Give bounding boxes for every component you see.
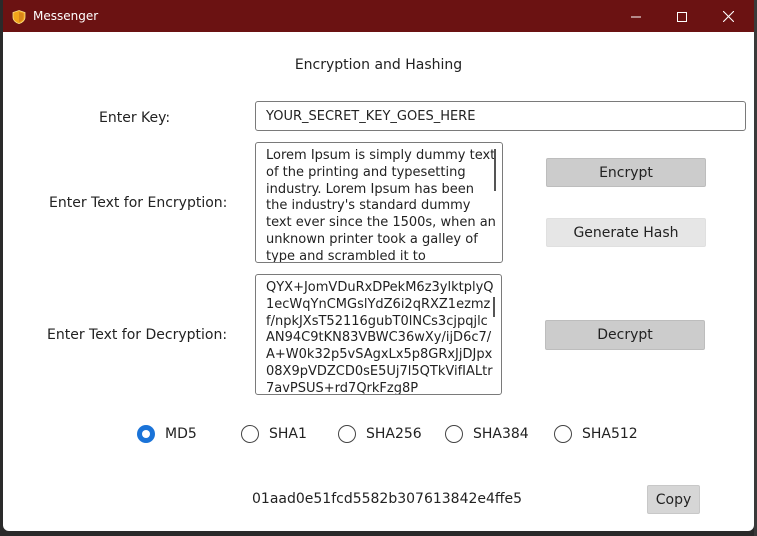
- radio-label: SHA256: [366, 426, 422, 442]
- radio-sha384[interactable]: SHA384: [445, 423, 529, 445]
- title-bar[interactable]: Messenger: [3, 0, 754, 32]
- radio-sha1[interactable]: SHA1: [241, 423, 307, 445]
- radio-button-icon: [338, 425, 356, 443]
- scrollbar-thumb[interactable]: [493, 297, 495, 317]
- radio-md5[interactable]: MD5: [137, 423, 197, 445]
- radio-sha256[interactable]: SHA256: [338, 423, 422, 445]
- key-input[interactable]: [255, 101, 746, 131]
- shield-icon: [12, 9, 26, 25]
- decryption-text-label: Enter Text for Decryption:: [47, 327, 228, 343]
- radio-label: SHA384: [473, 426, 529, 442]
- encryption-text-content: Lorem Ipsum is simply dummy text of the …: [266, 148, 496, 263]
- app-window: Messenger Encryption and Hashing Enter K…: [3, 0, 754, 531]
- encryption-text-label: Enter Text for Encryption:: [49, 195, 228, 211]
- close-icon: [722, 7, 734, 26]
- encrypt-button[interactable]: Encrypt: [546, 158, 706, 187]
- maximize-icon: [677, 7, 687, 26]
- radio-label: MD5: [165, 426, 197, 442]
- minimize-button[interactable]: [613, 0, 659, 32]
- copy-button[interactable]: Copy: [647, 485, 700, 514]
- window-title: Messenger: [33, 9, 99, 23]
- close-button[interactable]: [705, 0, 751, 32]
- decrypt-button[interactable]: Decrypt: [545, 320, 705, 350]
- key-label: Enter Key:: [99, 110, 171, 126]
- radio-button-icon: [445, 425, 463, 443]
- encryption-textarea[interactable]: Lorem Ipsum is simply dummy text of the …: [255, 142, 503, 263]
- radio-sha512[interactable]: SHA512: [554, 423, 638, 445]
- radio-label: SHA512: [582, 426, 638, 442]
- generate-hash-button[interactable]: Generate Hash: [546, 218, 706, 247]
- page-title: Encryption and Hashing: [294, 57, 463, 73]
- decryption-textarea[interactable]: QYX+JomVDuRxDPekM6z3ylktplyQ1ecWqYnCMGsl…: [255, 274, 502, 395]
- minimize-icon: [631, 7, 641, 26]
- radio-label: SHA1: [269, 426, 307, 442]
- hash-output: 01aad0e51fcd5582b307613842e4ffe5: [252, 491, 523, 507]
- scrollbar-thumb[interactable]: [494, 149, 496, 191]
- maximize-button[interactable]: [659, 0, 705, 32]
- decryption-text-content: QYX+JomVDuRxDPekM6z3ylktplyQ1ecWqYnCMGsl…: [266, 280, 494, 395]
- radio-button-icon: [554, 425, 572, 443]
- radio-button-icon: [241, 425, 259, 443]
- radio-button-icon: [137, 425, 155, 443]
